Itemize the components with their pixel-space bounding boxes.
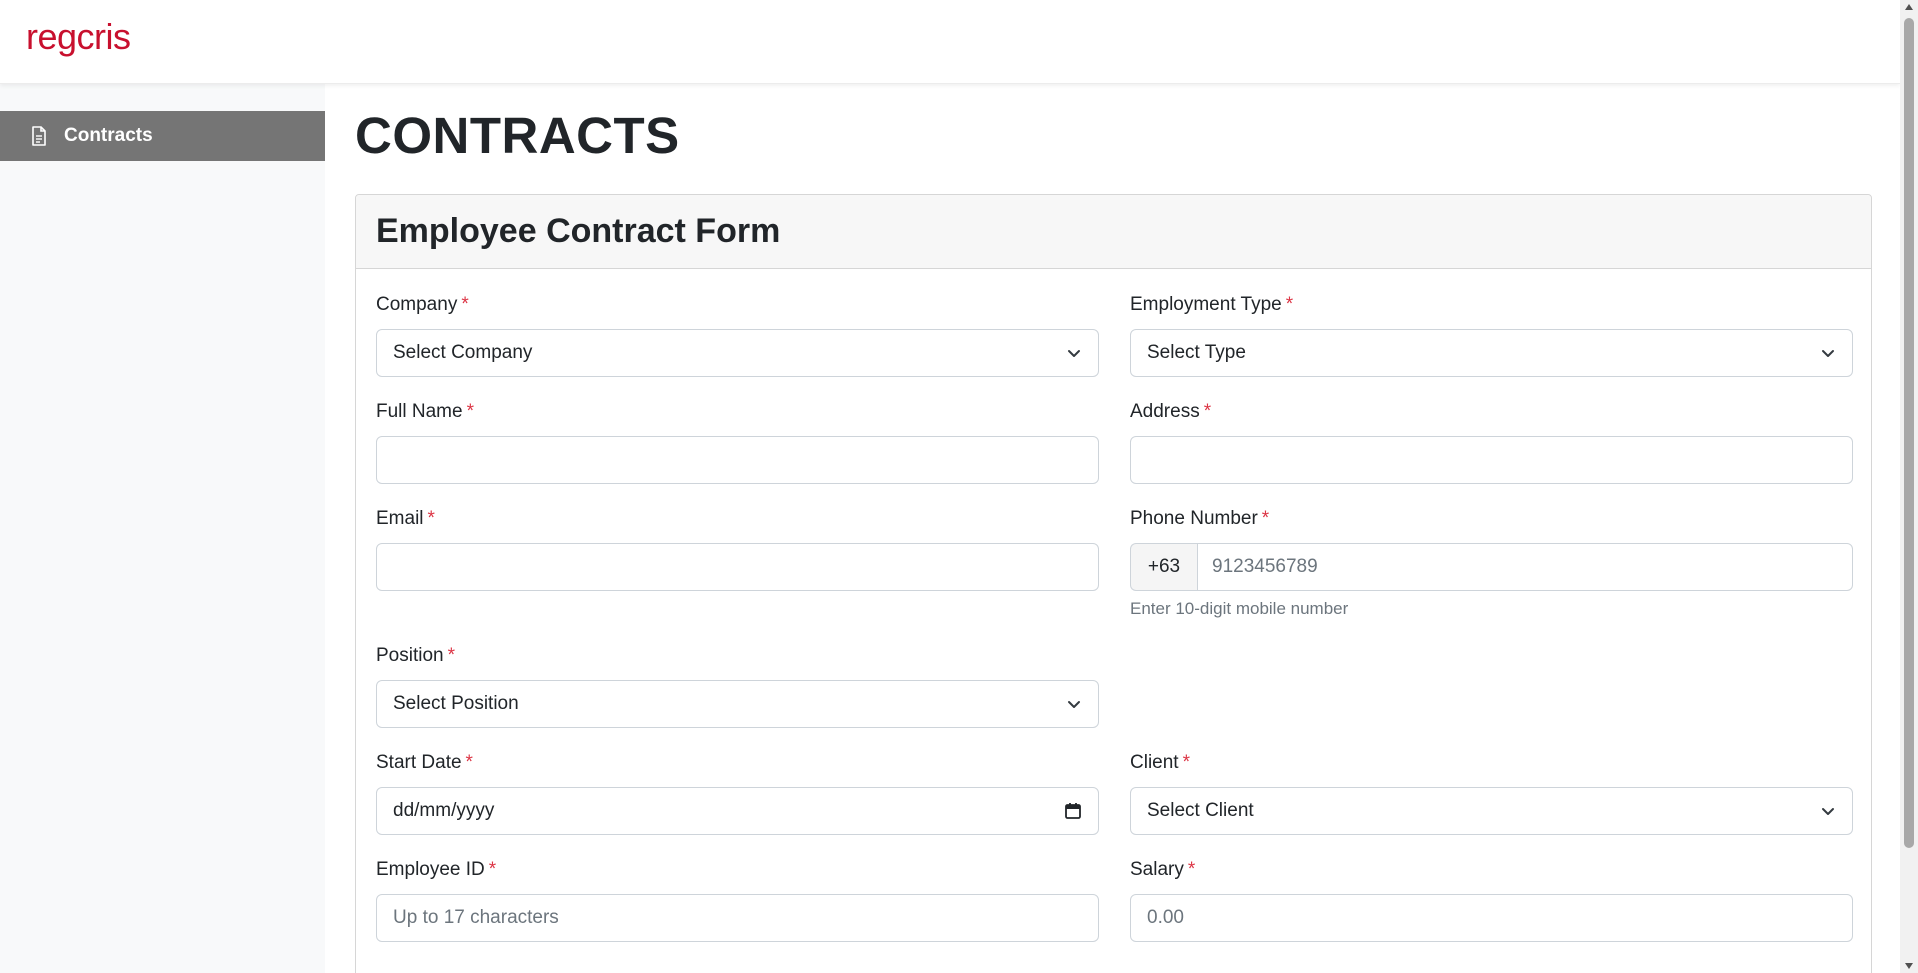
- start-date-field: Start Date * dd/mm/yyyy: [376, 751, 1099, 835]
- required-mark: *: [1285, 294, 1294, 315]
- salary-field: Salary * 0.00: [1130, 858, 1853, 942]
- calendar-icon[interactable]: [1064, 802, 1082, 820]
- top-navbar: regcris: [0, 0, 1900, 84]
- start-date-input[interactable]: dd/mm/yyyy: [376, 787, 1099, 835]
- position-select[interactable]: Select Position: [376, 680, 1099, 728]
- phone-input[interactable]: 9123456789: [1197, 543, 1853, 591]
- country-code-prefix: +63: [1130, 543, 1197, 591]
- start-date-label: Start Date *: [376, 752, 473, 773]
- required-mark: *: [1203, 401, 1212, 422]
- required-mark: *: [447, 645, 456, 666]
- contract-form-card: Employee Contract Form Company * Select C…: [355, 194, 1872, 973]
- phone-help-text: Enter 10-digit mobile number: [1130, 599, 1349, 618]
- employee-id-input[interactable]: Up to 17 characters: [376, 894, 1099, 942]
- required-mark: *: [1182, 752, 1190, 773]
- required-mark: *: [461, 294, 469, 315]
- company-field: Company * Select Company: [376, 293, 1099, 377]
- salary-label: Salary *: [1130, 859, 1196, 880]
- full-name-label: Full Name *: [376, 401, 474, 422]
- full-name-field: Full Name *: [376, 400, 1099, 484]
- full-name-input[interactable]: [376, 436, 1099, 484]
- address-field: Address *: [1130, 400, 1853, 484]
- client-select[interactable]: Select Client: [1130, 787, 1853, 835]
- phone-input-group: +63 9123456789: [1130, 543, 1853, 591]
- chevron-down-icon: [1068, 701, 1080, 708]
- client-label: Client *: [1130, 752, 1190, 773]
- company-label: Company *: [376, 294, 469, 315]
- scroll-up-arrow-icon[interactable]: [1905, 4, 1913, 10]
- required-mark: *: [1261, 508, 1270, 529]
- main-content: CONTRACTS Employee Contract Form Company…: [325, 84, 1900, 973]
- employment-type-label: Employment Type *: [1130, 294, 1294, 315]
- page-scrollbar[interactable]: [1900, 0, 1918, 973]
- employment-type-select[interactable]: Select Type: [1130, 329, 1853, 377]
- employee-id-field: Employee ID * Up to 17 characters: [376, 858, 1099, 942]
- document-icon: [30, 126, 48, 146]
- email-field: Email *: [376, 507, 1099, 591]
- scroll-down-arrow-icon[interactable]: [1905, 963, 1913, 969]
- address-label: Address *: [1130, 401, 1212, 422]
- chevron-down-icon: [1822, 350, 1834, 357]
- address-input[interactable]: [1130, 436, 1853, 484]
- scroll-thumb[interactable]: [1904, 18, 1914, 848]
- sidebar: Contracts: [0, 84, 325, 973]
- company-select[interactable]: Select Company: [376, 329, 1099, 377]
- employment-type-field: Employment Type * Select Type: [1130, 293, 1853, 377]
- position-label: Position *: [376, 645, 456, 666]
- form-header: Employee Contract Form: [356, 195, 1871, 269]
- client-field: Client * Select Client: [1130, 751, 1853, 835]
- sidebar-item-contracts[interactable]: Contracts: [0, 111, 325, 161]
- required-mark: *: [465, 752, 473, 773]
- required-mark: *: [466, 401, 474, 422]
- required-mark: *: [427, 508, 435, 529]
- email-input[interactable]: [376, 543, 1099, 591]
- salary-input[interactable]: 0.00: [1130, 894, 1853, 942]
- employee-id-label: Employee ID *: [376, 859, 497, 880]
- phone-field: Phone Number * +63 9123456789 Enter 10-di…: [1130, 507, 1853, 619]
- sidebar-item-label: Contracts: [64, 125, 153, 146]
- page-title: CONTRACTS: [355, 107, 680, 164]
- brand-logo[interactable]: regcris: [26, 16, 131, 58]
- chevron-down-icon: [1068, 350, 1080, 357]
- position-field: Position * Select Position: [376, 644, 1099, 728]
- chevron-down-icon: [1822, 808, 1834, 815]
- required-mark: *: [1187, 859, 1196, 880]
- required-mark: *: [488, 859, 497, 880]
- email-label: Email *: [376, 508, 435, 529]
- form-title: Employee Contract Form: [376, 212, 781, 250]
- phone-label: Phone Number *: [1130, 508, 1270, 529]
